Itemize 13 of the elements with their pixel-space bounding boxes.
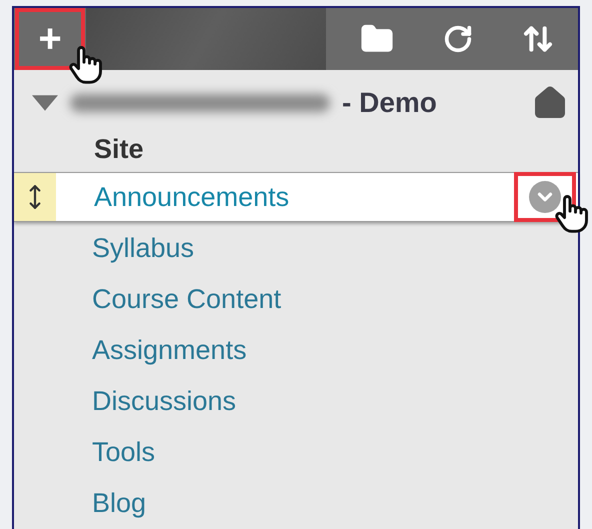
course-title[interactable]: - Demo [342,82,437,124]
refresh-icon[interactable] [442,24,473,54]
menu-item[interactable]: Tools [92,432,156,473]
menu-item[interactable]: Blog [92,483,146,524]
section-heading: Site [94,132,144,166]
sort-icon[interactable] [522,23,554,55]
menu-item[interactable]: Course Content [92,279,282,320]
menu-item[interactable]: Discussions [92,381,236,422]
menu-item[interactable]: Assignments [92,330,247,371]
menu-item-label: Announcements [94,180,290,214]
menu-item[interactable]: Syllabus [92,228,194,269]
expand-triangle-icon[interactable] [32,95,58,111]
home-icon[interactable] [532,85,568,121]
